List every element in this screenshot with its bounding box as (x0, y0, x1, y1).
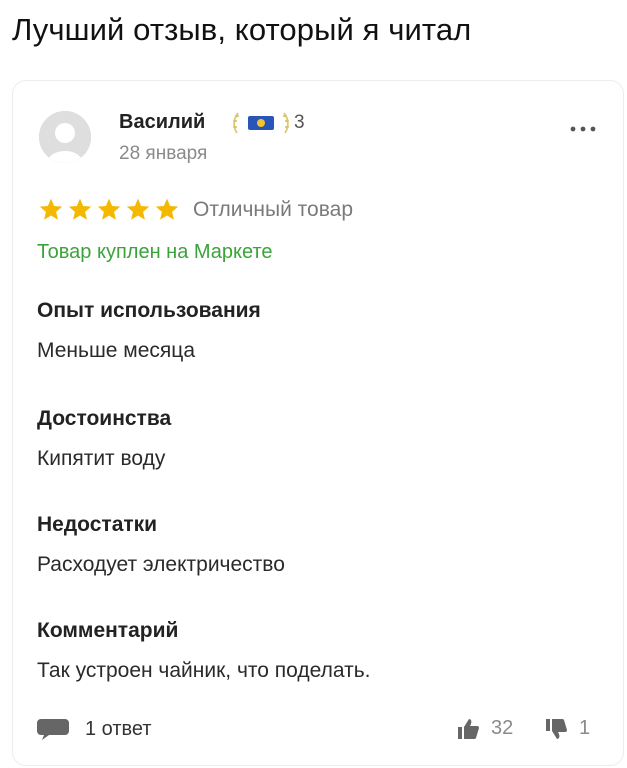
section-text-experience: Меньше месяца (37, 339, 196, 362)
section-text-cons: Расходует электричество (37, 553, 285, 576)
star-icon (126, 198, 150, 220)
section-title-pros: Достоинства (37, 407, 172, 430)
avatar-placeholder-icon (39, 111, 91, 163)
laurel-badge-icon (231, 109, 291, 137)
replies-button[interactable]: 1 ответ (37, 717, 152, 741)
thumbs-down-icon (546, 718, 567, 739)
review-card: Василий 3 28 января Отличный товар Товар… (12, 80, 624, 766)
section-text-comment: Так устроен чайник, что поделать. (37, 659, 371, 682)
section-title-experience: Опыт использования (37, 299, 261, 322)
star-icon (39, 198, 63, 220)
like-button[interactable]: 32 (457, 717, 513, 740)
replies-label: 1 ответ (85, 717, 152, 740)
section-title-cons: Недостатки (37, 513, 158, 536)
likes-count: 32 (491, 717, 514, 739)
badge-count: 3 (294, 112, 305, 133)
speech-bubble-icon (37, 719, 69, 740)
avatar[interactable] (39, 111, 91, 163)
rating-stars (37, 197, 181, 223)
more-dots-icon[interactable] (569, 121, 597, 132)
section-text-pros: Кипятит воду (37, 447, 166, 470)
dislike-button[interactable]: 1 (545, 717, 590, 740)
page-headline: Лучший отзыв, который я читал (12, 12, 472, 47)
star-icon (97, 198, 121, 220)
star-icon (68, 198, 92, 220)
author-name[interactable]: Василий (119, 111, 205, 134)
star-icon (155, 198, 179, 220)
review-date: 28 января (119, 143, 208, 164)
dislikes-count: 1 (579, 717, 591, 739)
rating-text: Отличный товар (193, 198, 354, 221)
section-title-comment: Комментарий (37, 619, 179, 642)
thumbs-up-icon (458, 718, 479, 739)
purchase-note: Товар куплен на Маркете (37, 241, 273, 263)
